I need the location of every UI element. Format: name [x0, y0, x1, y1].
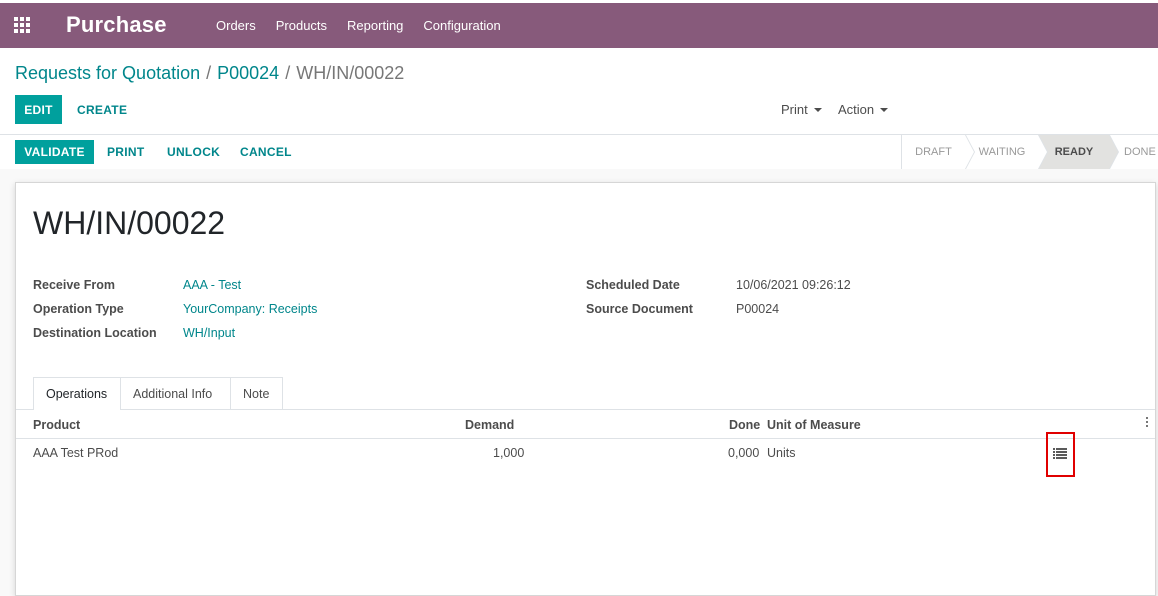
print-button[interactable]: PRINT — [107, 145, 145, 159]
stage-done-label: DONE — [1124, 146, 1156, 158]
tab-note[interactable]: Note — [230, 377, 283, 409]
breadcrumb: Requests for Quotation / P00024/WH/IN/0002… — [15, 63, 404, 84]
caret-down-icon — [880, 107, 889, 112]
operation-type-link[interactable]: YourCompany: Receipts — [183, 302, 317, 316]
destination-location-label: Destination Location — [33, 326, 157, 340]
menu-item-configuration[interactable]: Configuration — [413, 3, 510, 48]
column-header-uom[interactable]: Unit of Measure — [767, 418, 861, 432]
breadcrumb-current: WH/IN/00022 — [296, 63, 405, 83]
form-sheet: WH/IN/00022 Receive From AAA - Test Oper… — [15, 182, 1156, 596]
menu-item-orders[interactable]: Orders — [206, 3, 266, 48]
stage-ready[interactable]: READY — [1038, 135, 1119, 169]
receive-from-link[interactable]: AAA - Test — [183, 278, 241, 292]
cell-uom: Units — [767, 446, 796, 460]
app-name[interactable]: Purchase — [66, 12, 167, 38]
detailed-operations-button[interactable] — [1046, 432, 1075, 477]
action-dropdown[interactable]: Action — [838, 102, 889, 117]
top-navbar: Purchase Orders Products Reporting Confi… — [0, 3, 1158, 48]
receive-from-label: Receive From — [33, 278, 115, 292]
unlock-button[interactable]: UNLOCK — [167, 145, 220, 159]
stage-pipeline: DRAFT WAITING READY DONE — [901, 135, 1158, 169]
table-header-divider — [16, 438, 1155, 439]
print-dropdown-label: Print — [781, 102, 808, 117]
stage-waiting-label: WAITING — [978, 146, 1026, 158]
stage-waiting[interactable]: WAITING — [965, 135, 1048, 169]
scheduled-date-value: 10/06/2021 09:26:12 — [736, 278, 851, 292]
scheduled-date-label: Scheduled Date — [586, 278, 680, 292]
stage-draft[interactable]: DRAFT — [901, 135, 975, 169]
tab-operations[interactable]: Operations — [33, 377, 121, 410]
cell-done: 0,000 — [728, 446, 760, 460]
column-header-product[interactable]: Product — [33, 418, 80, 432]
validate-button[interactable]: VALIDATE — [15, 140, 94, 164]
action-dropdown-label: Action — [838, 102, 875, 117]
kebab-menu-icon[interactable] — [1145, 417, 1149, 431]
cancel-button[interactable]: CANCEL — [240, 145, 292, 159]
breadcrumb-separator: / — [206, 63, 212, 83]
destination-location-link[interactable]: WH/Input — [183, 326, 235, 340]
record-title: WH/IN/00022 — [33, 205, 226, 241]
menu-item-reporting[interactable]: Reporting — [337, 3, 413, 48]
edit-button[interactable]: EDIT — [15, 95, 62, 124]
source-document-label: Source Document — [586, 302, 693, 316]
stage-ready-label: READY — [1054, 146, 1094, 158]
column-header-done[interactable]: Done — [729, 418, 760, 432]
stage-draft-label: DRAFT — [915, 146, 952, 158]
cell-product: AAA Test PRod — [33, 446, 119, 460]
breadcrumb-rfq[interactable]: Requests for Quotation — [15, 63, 200, 83]
breadcrumb-po[interactable]: P00024 — [217, 63, 279, 83]
menu-item-products[interactable]: Products — [266, 3, 337, 48]
print-dropdown[interactable]: Print — [781, 102, 822, 117]
breadcrumb-separator: / — [285, 63, 291, 83]
caret-down-icon — [813, 107, 822, 112]
cell-demand: 1,000 — [493, 446, 525, 460]
apps-grid-icon[interactable] — [14, 17, 32, 35]
main-menu: Orders Products Reporting Configuration — [206, 3, 511, 48]
status-bar: VALIDATE PRINT UNLOCK CANCEL DRAFT WAITI… — [0, 134, 1158, 170]
operation-type-label: Operation Type — [33, 302, 124, 316]
source-document-value: P00024 — [736, 302, 780, 316]
tab-additional-info[interactable]: Additional Info — [120, 377, 231, 409]
column-header-demand[interactable]: Demand — [465, 418, 514, 432]
create-button[interactable]: CREATE — [77, 103, 127, 117]
list-detail-icon — [1053, 448, 1067, 459]
